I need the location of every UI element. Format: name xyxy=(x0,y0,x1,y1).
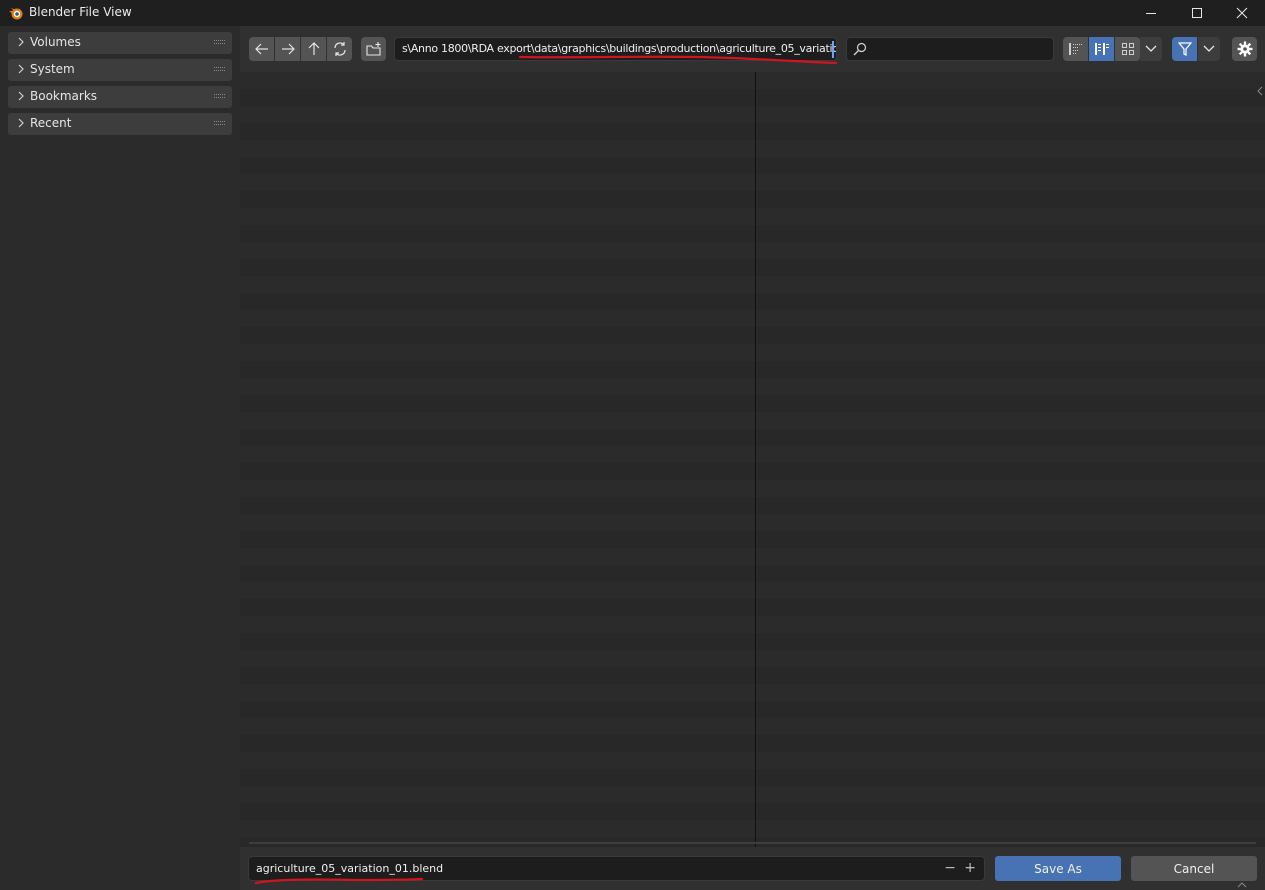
horizontal-list-icon xyxy=(1094,43,1109,55)
search-icon xyxy=(853,42,867,56)
display-settings-dropdown[interactable] xyxy=(1140,37,1162,61)
sidebar: Volumes System Bookmarks Recent xyxy=(0,26,240,890)
maximize-icon xyxy=(1192,8,1202,18)
refresh-icon xyxy=(333,42,346,56)
settings-button[interactable] xyxy=(1232,37,1257,61)
file-browser-header: s\Anno 1800\RDA export\data\graphics\bui… xyxy=(240,26,1265,72)
column-divider xyxy=(755,72,756,847)
drag-grip-icon[interactable] xyxy=(214,94,226,100)
filter-funnel-icon xyxy=(1177,42,1192,56)
save-as-button[interactable]: Save As xyxy=(995,856,1121,881)
chevron-right-icon xyxy=(18,118,24,128)
arrow-right-icon xyxy=(281,43,295,55)
sidebar-panel-volumes[interactable]: Volumes xyxy=(8,32,232,54)
filename-input[interactable]: agriculture_05_variation_01.blend − + xyxy=(248,856,985,881)
vertical-list-icon xyxy=(1068,43,1082,55)
text-caret xyxy=(832,41,834,58)
blender-logo-icon xyxy=(9,8,23,20)
drag-grip-icon[interactable] xyxy=(214,40,226,46)
sidebar-panel-recent[interactable]: Recent xyxy=(8,113,232,135)
arrow-up-icon xyxy=(308,42,319,55)
minimize-button[interactable] xyxy=(1128,0,1174,26)
decrement-filename-button[interactable]: − xyxy=(944,860,956,876)
filter-toggle-button[interactable] xyxy=(1172,37,1197,61)
display-horizontal-list-button[interactable] xyxy=(1089,37,1114,61)
sidebar-panel-label: Recent xyxy=(30,116,72,130)
sidebar-panel-system[interactable]: System xyxy=(8,59,232,81)
sidebar-panel-label: Volumes xyxy=(30,35,81,49)
minimize-icon xyxy=(1146,13,1156,14)
sidebar-panel-bookmarks[interactable]: Bookmarks xyxy=(8,86,232,108)
display-vertical-list-button[interactable] xyxy=(1063,37,1088,61)
region-toggle-arrow-icon[interactable] xyxy=(1257,86,1263,96)
file-list-area[interactable] xyxy=(240,72,1265,847)
chevron-right-icon xyxy=(18,64,24,74)
close-button[interactable] xyxy=(1219,0,1265,26)
thumbnails-icon xyxy=(1121,43,1134,55)
close-icon xyxy=(1236,7,1248,19)
resize-handle-icon[interactable] xyxy=(1237,882,1247,888)
drag-grip-icon[interactable] xyxy=(214,121,226,127)
increment-filename-button[interactable]: + xyxy=(964,860,976,876)
drag-grip-icon[interactable] xyxy=(214,67,226,73)
parent-directory-button[interactable] xyxy=(301,37,326,61)
horizontal-scrollbar[interactable] xyxy=(249,842,1256,844)
display-thumbnails-button[interactable] xyxy=(1115,37,1140,61)
sidebar-panel-label: System xyxy=(30,62,75,76)
filter-search-input[interactable] xyxy=(846,37,1054,61)
filename-text: agriculture_05_variation_01.blend xyxy=(256,862,444,875)
arrow-left-icon xyxy=(254,43,268,55)
back-button[interactable] xyxy=(249,37,274,61)
filter-options-dropdown[interactable] xyxy=(1198,37,1220,61)
refresh-button[interactable] xyxy=(327,37,352,61)
window-title: Blender File View xyxy=(29,5,132,19)
maximize-button[interactable] xyxy=(1174,0,1220,26)
directory-path-input[interactable]: s\Anno 1800\RDA export\data\graphics\bui… xyxy=(394,37,837,61)
cancel-button[interactable]: Cancel xyxy=(1131,856,1257,881)
sidebar-panel-label: Bookmarks xyxy=(30,89,98,103)
directory-path-text: s\Anno 1800\RDA export\data\graphics\bui… xyxy=(402,42,837,55)
create-directory-button[interactable] xyxy=(361,37,386,61)
chevron-down-icon xyxy=(1145,45,1157,52)
file-browser-footer: agriculture_05_variation_01.blend − + Sa… xyxy=(240,847,1265,890)
gear-icon xyxy=(1237,41,1252,57)
chevron-right-icon xyxy=(18,37,24,47)
title-bar: Blender File View xyxy=(0,0,1265,26)
forward-button[interactable] xyxy=(275,37,300,61)
chevron-right-icon xyxy=(18,91,24,101)
new-folder-icon xyxy=(365,42,381,56)
chevron-down-icon xyxy=(1203,45,1215,52)
